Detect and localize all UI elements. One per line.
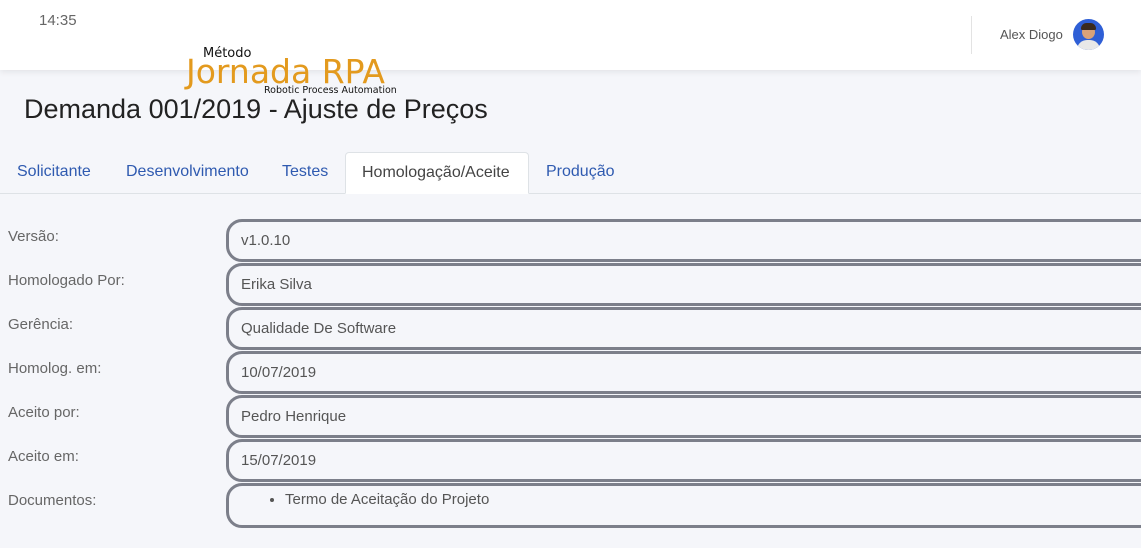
page-title: Demanda 001/2019 - Ajuste de Preços — [24, 94, 488, 124]
tab-producao[interactable]: Produção — [546, 152, 615, 194]
form-row-homologado-por: Homologado Por: Erika Silva — [0, 263, 1141, 307]
tab-homologacao-aceite[interactable]: Homologação/Aceite — [345, 152, 529, 194]
form-row-documentos: Documentos: Termo de Aceitação do Projet… — [0, 483, 1141, 528]
user-avatar[interactable] — [1073, 19, 1104, 50]
versao-label: Versão: — [8, 228, 59, 245]
aceito-por-field: Pedro Henrique — [226, 395, 1141, 438]
avatar-shirt — [1077, 40, 1100, 50]
gerencia-label: Gerência: — [8, 316, 74, 333]
form-row-aceito-em: Aceito em: 15/07/2019 — [0, 439, 1141, 483]
form-row-versao: Versão: v1.0.10 — [0, 219, 1141, 263]
versao-field: v1.0.10 — [226, 219, 1141, 262]
tab-bar: Solicitante Desenvolvimento Testes Homol… — [0, 152, 1141, 194]
homolog-em-label: Homolog. em: — [8, 360, 102, 377]
gerencia-field: Qualidade De Software — [226, 307, 1141, 350]
aceito-em-field: 15/07/2019 — [226, 439, 1141, 482]
document-item[interactable]: Termo de Aceitação do Projeto — [285, 490, 1141, 510]
aceito-por-label: Aceito por: — [8, 404, 80, 421]
documentos-field: Termo de Aceitação do Projeto — [226, 483, 1141, 528]
tab-desenvolvimento[interactable]: Desenvolvimento — [126, 152, 249, 194]
homologado-por-field: Erika Silva — [226, 263, 1141, 306]
form-row-homolog-em: Homolog. em: 10/07/2019 — [0, 351, 1141, 395]
clock-time: 14:35 — [39, 12, 77, 29]
homologado-por-label: Homologado Por: — [8, 272, 125, 289]
jornada-rpa-logo: Método Jornada RPA Robotic Process Autom… — [186, 46, 397, 98]
header-divider — [971, 16, 972, 54]
documents-list: Termo de Aceitação do Projeto — [241, 490, 1141, 510]
aceito-em-label: Aceito em: — [8, 448, 79, 465]
documentos-label: Documentos: — [8, 492, 97, 509]
tab-solicitante[interactable]: Solicitante — [17, 152, 91, 194]
top-bar: 14:35 Alex Diogo — [0, 0, 1141, 70]
tab-testes[interactable]: Testes — [282, 152, 328, 194]
user-name[interactable]: Alex Diogo — [1000, 27, 1063, 42]
form-row-aceito-por: Aceito por: Pedro Henrique — [0, 395, 1141, 439]
form-row-gerencia: Gerência: Qualidade De Software — [0, 307, 1141, 351]
homolog-em-field: 10/07/2019 — [226, 351, 1141, 394]
avatar-hair — [1081, 23, 1096, 30]
